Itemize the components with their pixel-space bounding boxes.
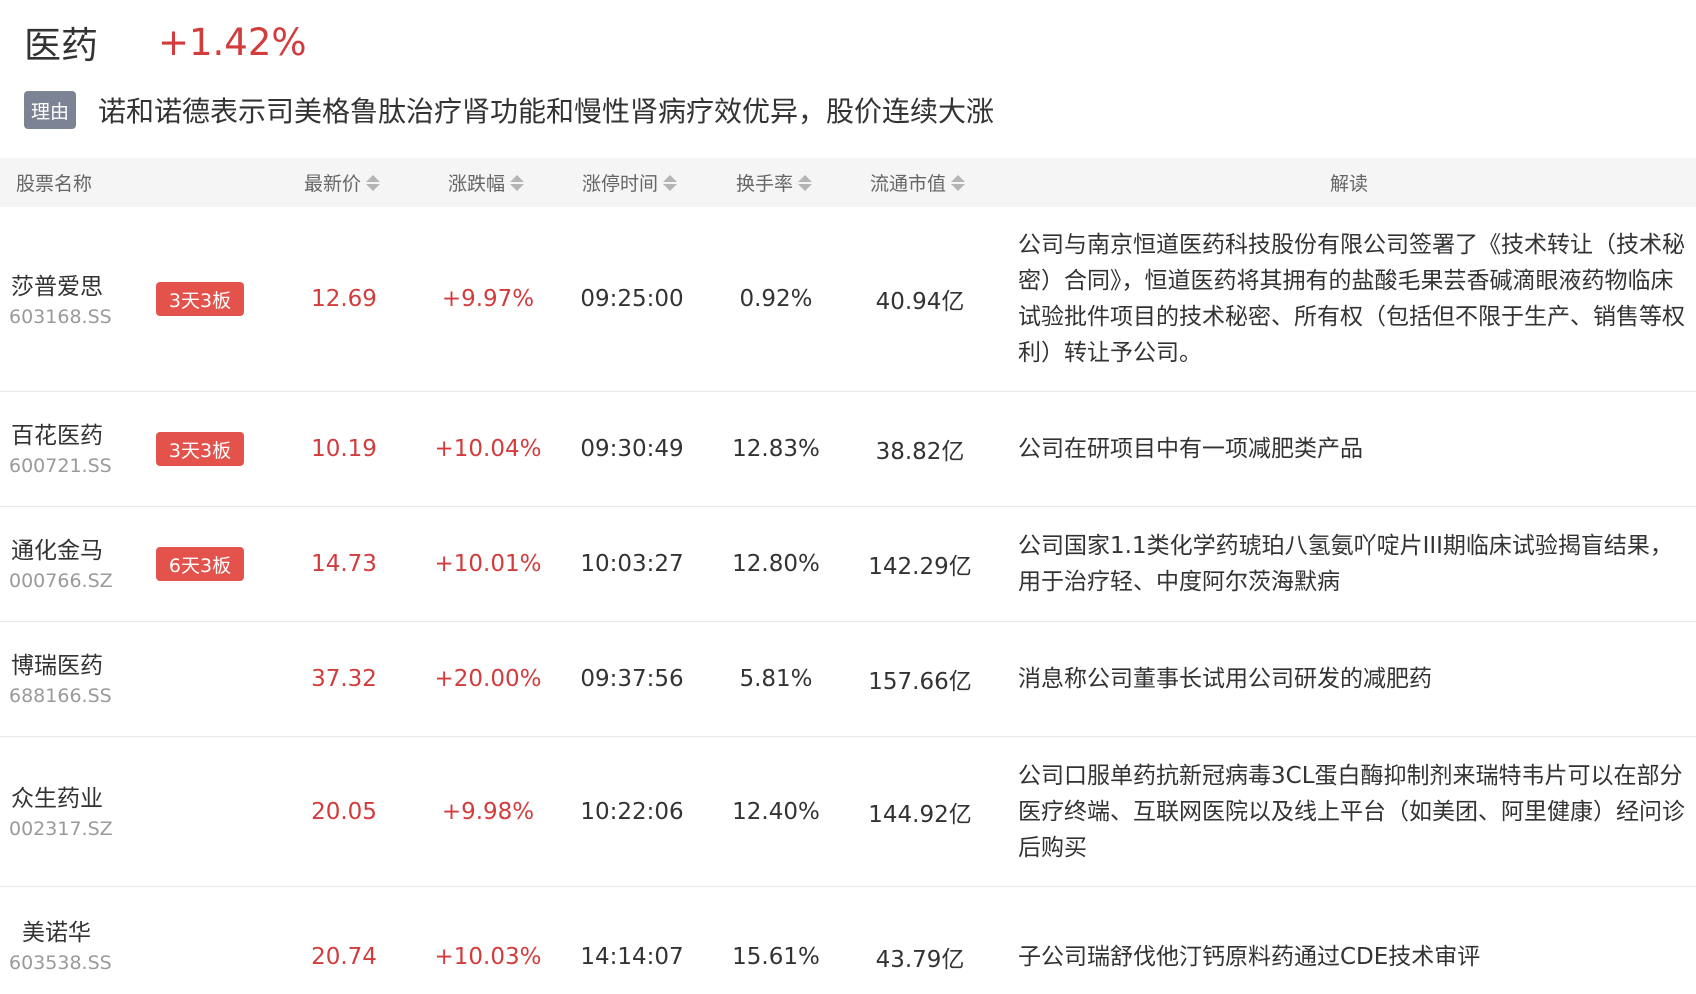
table-row[interactable]: 百花医药 600721.SS 3天3板 10.19 +10.04% 09:30:… — [0, 392, 1696, 507]
column-header-analysis: 解读 — [1330, 173, 1369, 195]
turnover-cell: 15.61% — [732, 943, 820, 970]
analysis-cell: 公司口服单药抗新冠病毒3CL蛋白酶抑制剂来瑞特韦片可以在部分医疗终端、互联网医院… — [1018, 762, 1685, 861]
column-header-price[interactable]: 最新价 — [304, 158, 381, 207]
analysis-cell: 公司国家1.1类化学药琥珀八氢氨吖啶片III期临床试验揭盲结果，用于治疗轻、中度… — [1018, 533, 1673, 595]
table-header: 股票名称 最新价 涨跌幅 涨停时间 换手率 流通市值 解读 — [0, 158, 1696, 207]
stock-code: 688166.SS — [9, 685, 112, 707]
float-cap-cell: 43.79亿 — [875, 946, 965, 973]
change-cell: +20.00% — [434, 666, 542, 692]
sector-change: +1.42% — [158, 20, 307, 64]
reason-tag: 理由 — [24, 91, 76, 129]
change-cell: +9.98% — [441, 798, 535, 825]
limit-time-cell: 14:14:07 — [580, 943, 684, 970]
analysis-cell: 公司与南京恒道医药科技股份有限公司签署了《技术转让（技术秘密）合同》，恒道医药将… — [1018, 232, 1685, 366]
stock-name[interactable]: 百花医药 — [11, 416, 103, 450]
change-cell: +10.01% — [434, 551, 542, 577]
analysis-cell: 消息称公司董事长试用公司研发的减肥药 — [1018, 666, 1432, 692]
analysis-cell: 子公司瑞舒伐他汀钙原料药通过CDE技术审评 — [1018, 943, 1481, 970]
limit-time-cell: 10:22:06 — [580, 798, 684, 825]
float-cap-cell: 144.92亿 — [868, 801, 972, 828]
limit-time-cell: 09:37:56 — [580, 666, 684, 692]
table-row[interactable]: 美诺华 603538.SS 20.74 +10.03% 14:14:07 15.… — [0, 887, 1696, 994]
float-cap-cell: 38.82亿 — [875, 439, 965, 465]
stock-code: 603168.SS — [9, 306, 112, 328]
stock-code: 600721.SS — [9, 455, 112, 477]
streak-badge: 3天3板 — [156, 432, 244, 466]
change-cell: +9.97% — [441, 286, 535, 312]
stock-name[interactable]: 莎普爱思 — [11, 267, 103, 301]
change-cell: +10.03% — [434, 943, 542, 970]
stock-code: 000766.SZ — [9, 570, 113, 592]
sort-icon[interactable] — [663, 174, 678, 191]
turnover-cell: 12.83% — [732, 436, 820, 462]
change-cell: +10.04% — [434, 436, 542, 462]
stock-code: 603538.SS — [9, 952, 112, 974]
analysis-cell: 公司在研项目中有一项减肥类产品 — [1018, 436, 1363, 462]
float-cap-cell: 40.94亿 — [875, 289, 965, 315]
turnover-cell: 12.40% — [732, 798, 820, 825]
stock-name[interactable]: 通化金马 — [11, 531, 103, 565]
limit-time-cell: 09:25:00 — [580, 286, 684, 312]
reason-line: 理由 诺和诺德表示司美格鲁肽治疗肾功能和慢性肾病疗效优异，股价连续大涨 — [24, 90, 994, 130]
limit-time-cell: 09:30:49 — [580, 436, 684, 462]
stock-name[interactable]: 博瑞医药 — [11, 646, 103, 680]
column-header-turnover[interactable]: 换手率 — [736, 158, 813, 207]
stock-name[interactable]: 众生药业 — [11, 779, 103, 813]
price-cell: 20.05 — [311, 798, 377, 825]
table-row[interactable]: 莎普爱思 603168.SS 3天3板 12.69 +9.97% 09:25:0… — [0, 207, 1696, 392]
column-header-float-cap[interactable]: 流通市值 — [870, 158, 966, 207]
streak-badge: 3天3板 — [156, 282, 244, 316]
table-row[interactable]: 通化金马 000766.SZ 6天3板 14.73 +10.01% 10:03:… — [0, 507, 1696, 622]
float-cap-cell: 157.66亿 — [868, 669, 972, 695]
streak-badge: 6天3板 — [156, 547, 244, 581]
column-header-limit-time[interactable]: 涨停时间 — [582, 158, 678, 207]
price-cell: 10.19 — [311, 436, 377, 462]
price-cell: 14.73 — [311, 551, 377, 577]
stock-name[interactable]: 美诺华 — [22, 913, 91, 947]
sort-icon[interactable] — [366, 174, 381, 191]
sector-name: 医药 — [24, 24, 98, 67]
sort-icon[interactable] — [951, 174, 966, 191]
float-cap-cell: 142.29亿 — [868, 554, 972, 580]
table-row[interactable]: 众生药业 002317.SZ 20.05 +9.98% 10:22:06 12.… — [0, 737, 1696, 887]
reason-text: 诺和诺德表示司美格鲁肽治疗肾功能和慢性肾病疗效优异，股价连续大涨 — [98, 95, 995, 128]
stock-code: 002317.SZ — [9, 818, 113, 840]
table-row[interactable]: 博瑞医药 688166.SS 37.32 +20.00% 09:37:56 5.… — [0, 622, 1696, 737]
column-header-name: 股票名称 — [16, 173, 93, 195]
column-header-change[interactable]: 涨跌幅 — [448, 158, 525, 207]
sort-icon[interactable] — [510, 174, 525, 191]
price-cell: 37.32 — [311, 666, 377, 692]
price-cell: 12.69 — [311, 286, 377, 312]
turnover-cell: 12.80% — [732, 551, 820, 577]
sector-header: 医药 +1.42% — [24, 14, 307, 70]
sort-icon[interactable] — [798, 174, 813, 191]
turnover-cell: 0.92% — [739, 286, 813, 312]
turnover-cell: 5.81% — [739, 666, 813, 692]
limit-time-cell: 10:03:27 — [580, 551, 684, 577]
price-cell: 20.74 — [311, 943, 377, 970]
